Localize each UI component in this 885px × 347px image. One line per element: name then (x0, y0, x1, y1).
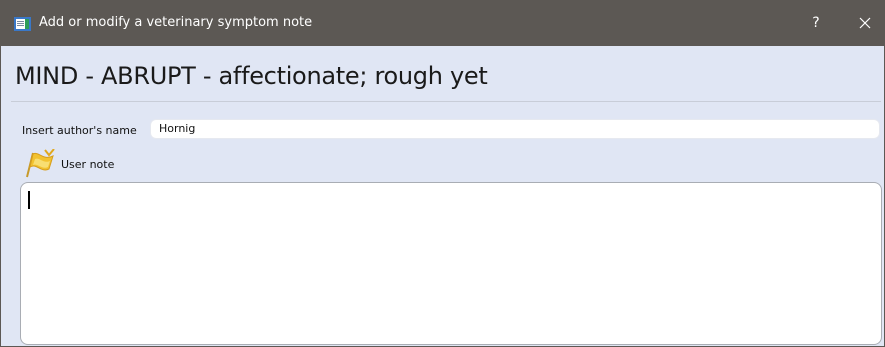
note-dialog: Add or modify a veterinary symptom note … (0, 0, 885, 347)
title-bar[interactable]: Add or modify a veterinary symptom note … (1, 1, 884, 46)
help-button[interactable]: ? (801, 1, 831, 46)
notepad-app-icon (14, 16, 31, 31)
heading-divider (11, 101, 881, 102)
author-name-label: Insert author's name (22, 124, 137, 137)
text-caret (28, 191, 30, 209)
symptom-heading: MIND - ABRUPT - affectionate; rough yet (15, 62, 488, 90)
flag-icon (23, 148, 55, 179)
user-note-textarea[interactable] (20, 182, 882, 345)
close-button[interactable] (846, 1, 884, 46)
close-icon (859, 14, 871, 33)
user-note-label: User note (61, 158, 115, 171)
author-name-input[interactable]: Hornig (150, 119, 880, 139)
window-title: Add or modify a veterinary symptom note (39, 15, 313, 30)
